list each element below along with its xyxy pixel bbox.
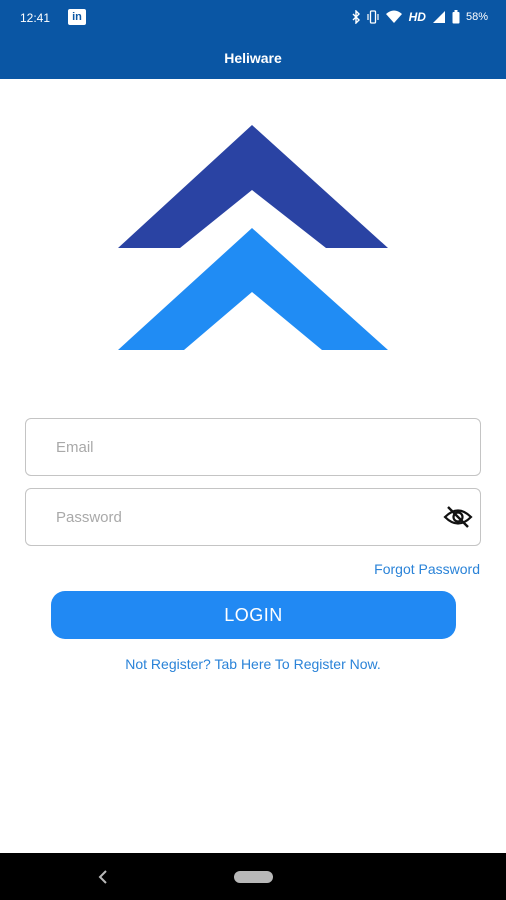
password-visibility-toggle[interactable] <box>442 503 474 531</box>
app-header: 12:41 in HD 58% Heliware <box>0 0 506 79</box>
status-icons: HD 58% <box>351 8 488 26</box>
heliware-logo-icon <box>118 125 388 350</box>
battery-icon <box>452 10 460 24</box>
login-screen: 12:41 in HD 58% Heliware Email Forgot Pa… <box>0 0 506 900</box>
wifi-icon <box>385 10 403 24</box>
navigation-bar <box>0 853 506 900</box>
email-field[interactable] <box>25 418 481 476</box>
home-pill-icon[interactable] <box>234 871 273 883</box>
forgot-password-link[interactable]: Forgot Password <box>374 560 480 578</box>
bluetooth-icon <box>351 10 361 24</box>
email-input[interactable] <box>56 419 436 475</box>
app-title: Heliware <box>224 50 282 66</box>
network-label: HD <box>408 10 426 24</box>
back-chevron-icon[interactable] <box>92 866 114 888</box>
password-input[interactable] <box>56 489 436 545</box>
status-time: 12:41 <box>20 11 51 25</box>
login-button[interactable]: LOGIN <box>51 591 456 639</box>
vibrate-icon <box>367 10 379 24</box>
status-bar: 12:41 in HD 58% <box>0 0 506 36</box>
battery-percent: 58% <box>465 11 488 23</box>
linkedin-icon: in <box>68 9 86 25</box>
register-link[interactable]: Not Register? Tab Here To Register Now. <box>0 655 506 673</box>
eye-off-icon <box>443 506 473 528</box>
password-field[interactable] <box>25 488 481 546</box>
signal-icon <box>432 10 446 24</box>
